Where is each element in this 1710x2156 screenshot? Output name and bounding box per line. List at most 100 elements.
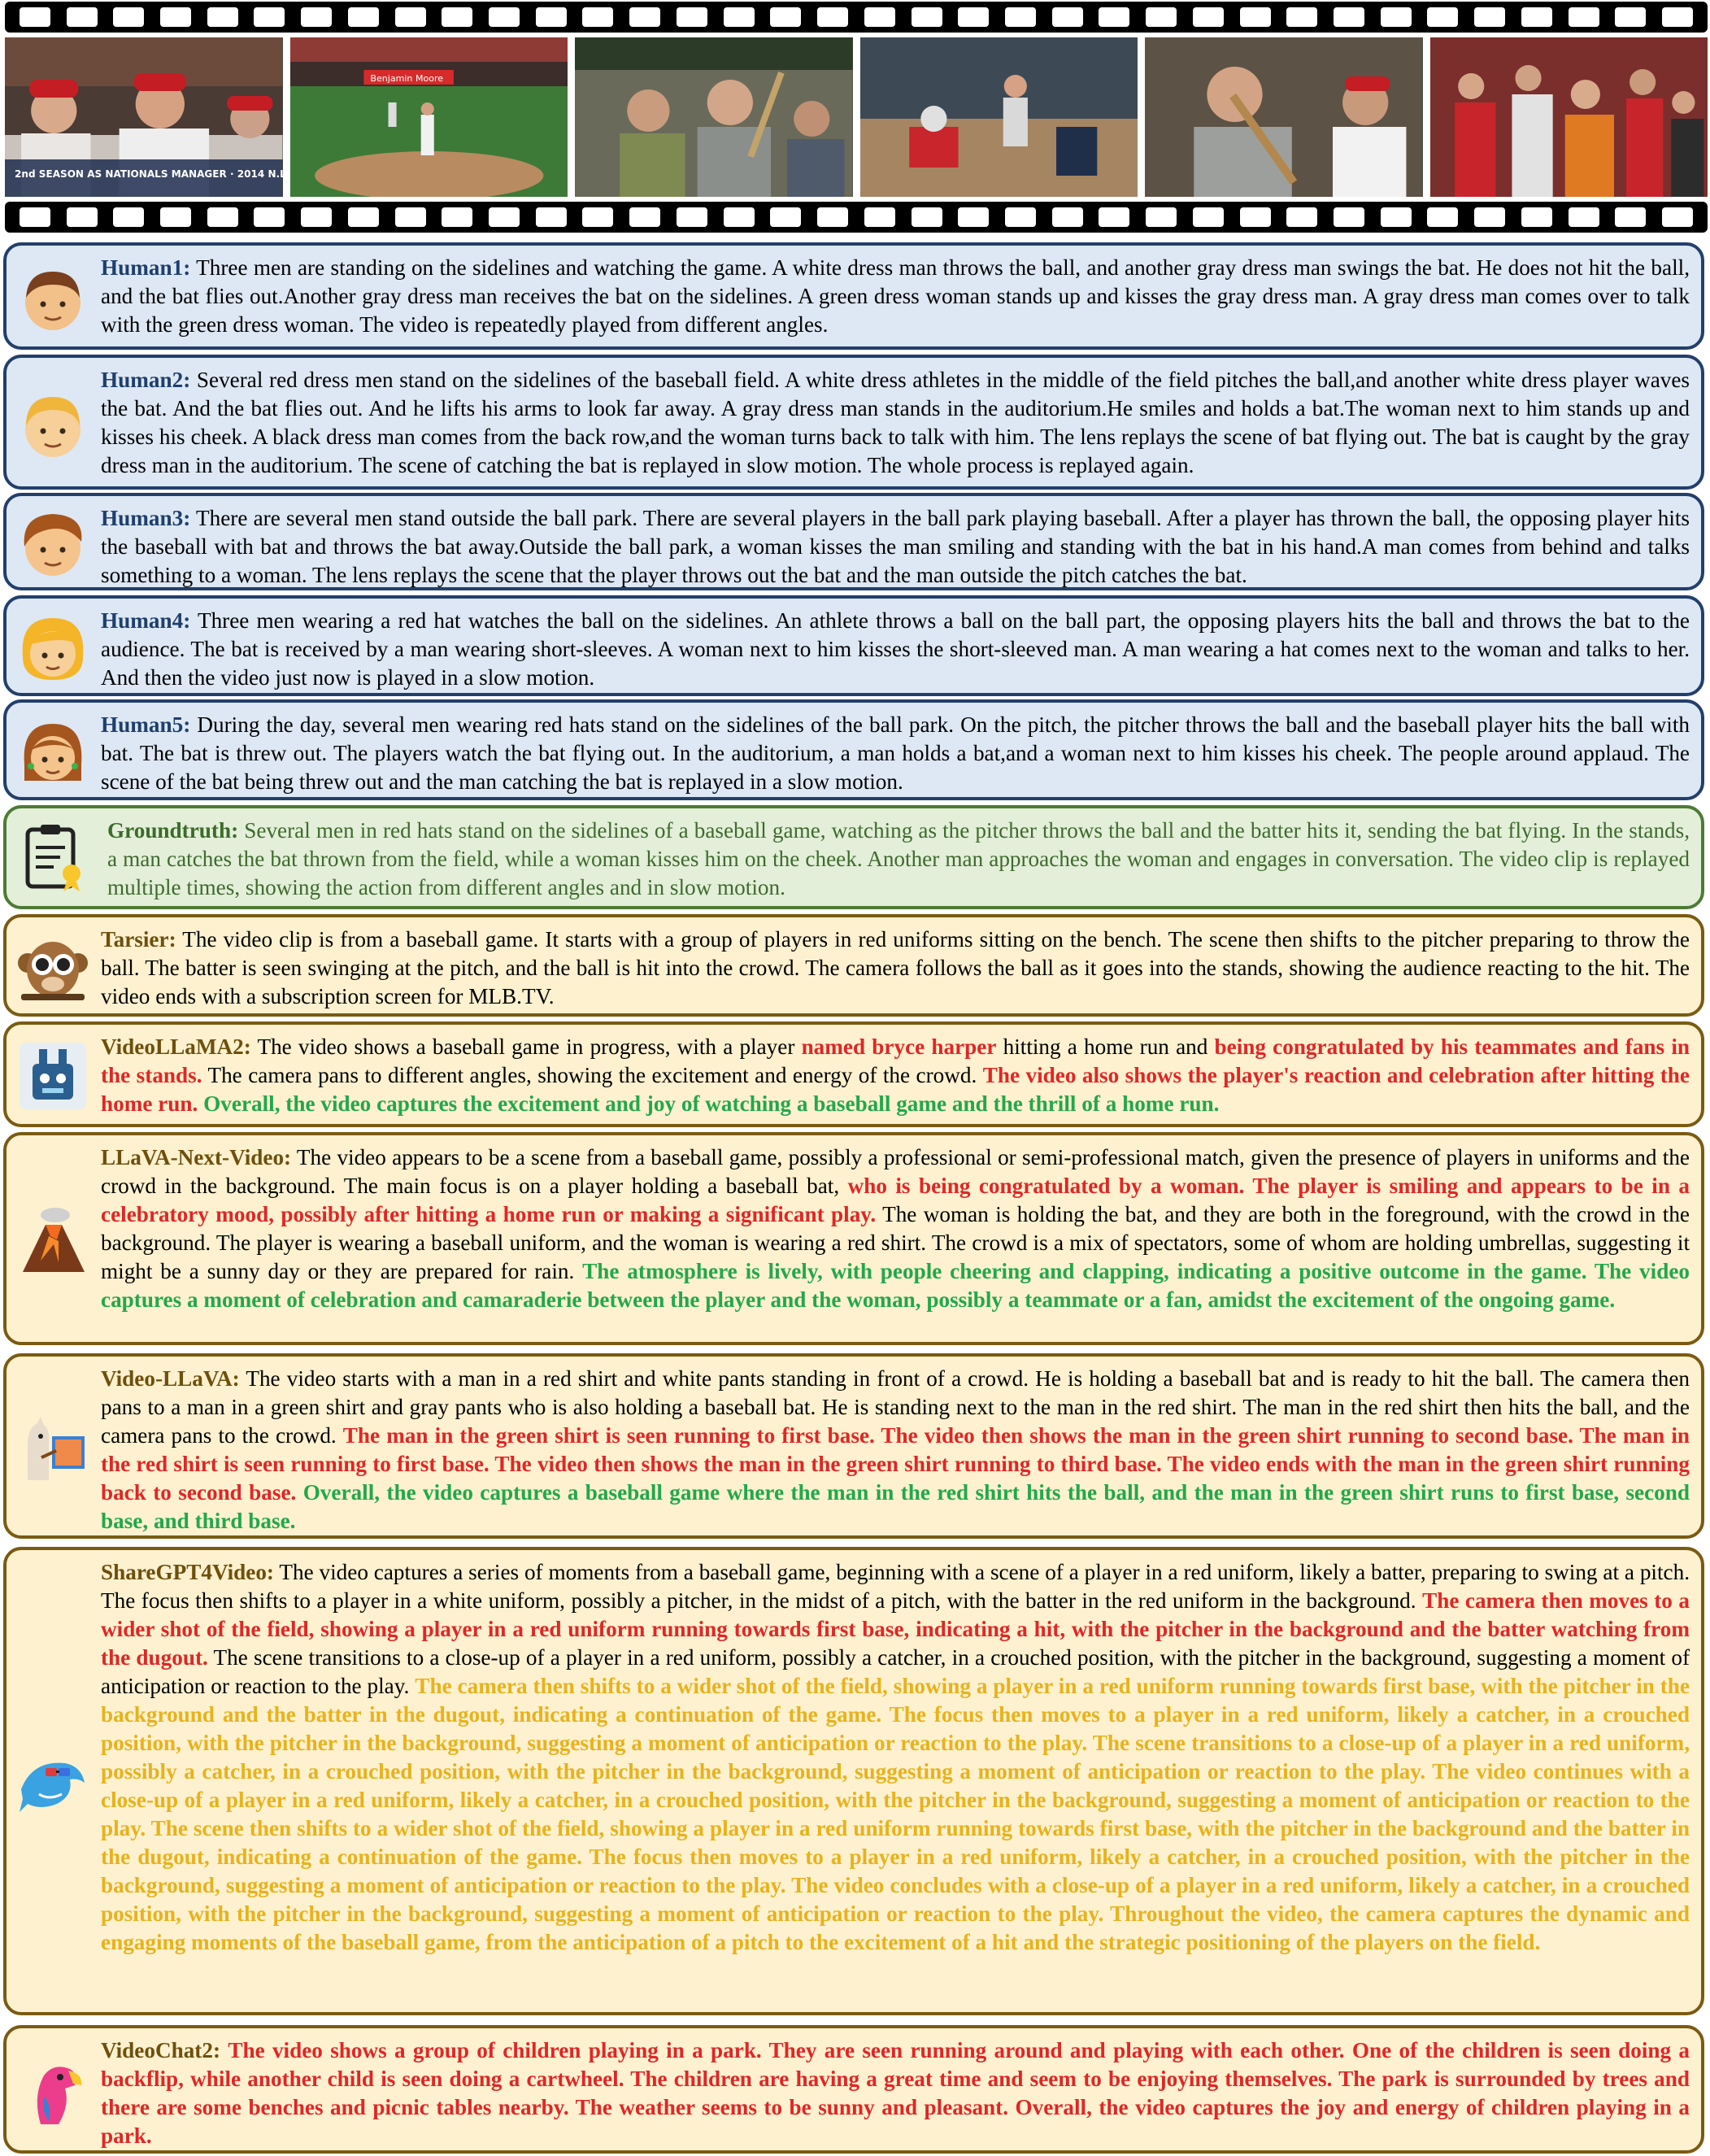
film-hole (1474, 7, 1506, 27)
annotator-name: Human1: (101, 255, 191, 280)
film-hole (347, 7, 379, 27)
blond-man-face-icon (25, 397, 80, 457)
model-caption-text: Video-LLaVA: The video starts with a man… (101, 1365, 1690, 1535)
film-hole (1004, 207, 1036, 227)
man-face-icon (25, 272, 80, 330)
caption-body: Three men wearing a red hat watches the … (101, 608, 1690, 690)
film-hole (911, 7, 942, 27)
film-hole (19, 207, 50, 227)
model-name: Video-LLaVA: (101, 1366, 240, 1391)
tarsier-monkey-icon (18, 942, 88, 1000)
film-hole (1380, 207, 1412, 227)
caption-segment-red: The video shows a group of children play… (101, 2038, 1690, 2148)
frame-4 (859, 37, 1138, 197)
film-hole (676, 207, 707, 227)
model-caption-box-llava-next-video: LLaVA-Next-Video: The video appears to b… (3, 1132, 1704, 1345)
film-hole (347, 207, 379, 227)
model-caption-box-videochat2: VideoChat2: The video shows a group of c… (3, 2025, 1704, 2154)
film-hole (301, 207, 333, 227)
film-hole (254, 7, 285, 27)
caption-body: There are several men stand outside the … (101, 506, 1690, 587)
film-hole (207, 7, 238, 27)
film-hole (1427, 7, 1459, 27)
model-caption-box-sharegpt4video: ShareGPT4Video: The video captures a ser… (3, 1547, 1704, 2015)
film-hole (1239, 7, 1271, 27)
caption-body: Three men are standing on the sidelines … (101, 255, 1690, 337)
film-hole (489, 207, 520, 227)
film-hole (1286, 207, 1318, 227)
frame-2: Benjamin Moore (289, 37, 568, 197)
human-caption-text: Human4: Three men wearing a red hat watc… (101, 607, 1690, 692)
annotator-name: Human2: (101, 368, 191, 392)
film-hole (1333, 207, 1364, 227)
frame-fans-stands-icon (575, 37, 853, 197)
film-hole (1380, 7, 1412, 27)
film-hole (1051, 7, 1083, 27)
caption-segment-red: named bryce harper (801, 1034, 997, 1059)
model-caption-text: LLaVA-Next-Video: The video appears to b… (101, 1143, 1690, 1314)
film-hole (1004, 7, 1036, 27)
film-hole (489, 7, 520, 27)
film-hole (160, 207, 192, 227)
human-caption-box-3: Human3: There are several men stand outs… (3, 493, 1704, 590)
human-caption-text: Human1: Three men are standing on the si… (101, 254, 1690, 339)
film-hole (723, 7, 755, 27)
llama-robot-icon (20, 1043, 86, 1109)
frame-dugout-players-icon: 2nd SEASON AS NATIONALS MANAGER · 2014 N… (5, 37, 283, 197)
model-caption-text: VideoLLaMA2: The video shows a baseball … (101, 1033, 1690, 1118)
caption-segment-gold: The camera then shifts to a wider shot o… (101, 1674, 1690, 1954)
film-hole (535, 207, 567, 227)
film-hole (1192, 207, 1224, 227)
blond-woman-face-icon (22, 618, 84, 680)
clipboard-certificate-icon (25, 825, 80, 891)
frame-1: 2nd SEASON AS NATIONALS MANAGER · 2014 N… (5, 37, 283, 197)
frame-man-with-bat-icon (1145, 37, 1423, 197)
caption-segment-plain: The camera pans to different angles, sho… (202, 1063, 983, 1087)
model-caption-text: ShareGPT4Video: The video captures a ser… (101, 1558, 1690, 1957)
model-caption-box-video-llava: Video-LLaVA: The video starts with a man… (3, 1353, 1704, 1539)
film-hole (207, 207, 238, 227)
film-hole (1333, 7, 1364, 27)
film-hole (770, 7, 802, 27)
model-name: ShareGPT4Video: (101, 1560, 274, 1584)
groundtruth-text: Groundtruth: Several men in red hats sta… (107, 817, 1690, 902)
groundtruth-label: Groundtruth: (107, 818, 239, 843)
llama-painter-icon (28, 1417, 85, 1480)
frame-catcher-batter-icon (859, 37, 1138, 197)
film-hole (723, 207, 755, 227)
woman-face-icon (24, 724, 82, 781)
film-hole (1427, 207, 1459, 227)
film-hole (629, 207, 661, 227)
frame-3 (575, 37, 853, 197)
film-hole (535, 7, 567, 27)
film-hole (254, 207, 285, 227)
film-hole (1239, 207, 1271, 227)
frame-crowd-icon (1429, 37, 1708, 197)
svg-text:Benjamin Moore: Benjamin Moore (370, 73, 443, 84)
caption-segment-plain: The video clip is from a baseball game. … (101, 927, 1690, 1008)
film-hole (1521, 207, 1552, 227)
frame-pitcher-field-icon: Benjamin Moore (289, 37, 568, 197)
film-hole (958, 207, 990, 227)
film-hole (113, 7, 145, 27)
film-hole (1286, 7, 1318, 27)
dolphin-3d-glasses-icon (20, 1762, 85, 1812)
film-hole (817, 7, 849, 27)
film-hole (629, 7, 661, 27)
film-strip-bottom (5, 202, 1708, 233)
film-hole (394, 7, 426, 27)
video-frames: 2nd SEASON AS NATIONALS MANAGER · 2014 N… (5, 37, 1708, 197)
human-caption-box-5: Human5: During the day, several men wear… (3, 699, 1704, 800)
film-hole (676, 7, 707, 27)
film-hole (301, 7, 333, 27)
film-hole (394, 207, 426, 227)
volcano-icon (23, 1208, 85, 1272)
film-hole (113, 207, 145, 227)
frame-5 (1145, 37, 1423, 197)
film-hole (1099, 7, 1130, 27)
model-caption-text: VideoChat2: The video shows a group of c… (101, 2036, 1690, 2150)
groundtruth-body: Several men in red hats stand on the sid… (107, 818, 1690, 899)
model-caption-box-tarsier: Tarsier: The video clip is from a baseba… (3, 914, 1704, 1017)
film-hole (864, 207, 895, 227)
annotator-name: Human4: (101, 608, 191, 633)
